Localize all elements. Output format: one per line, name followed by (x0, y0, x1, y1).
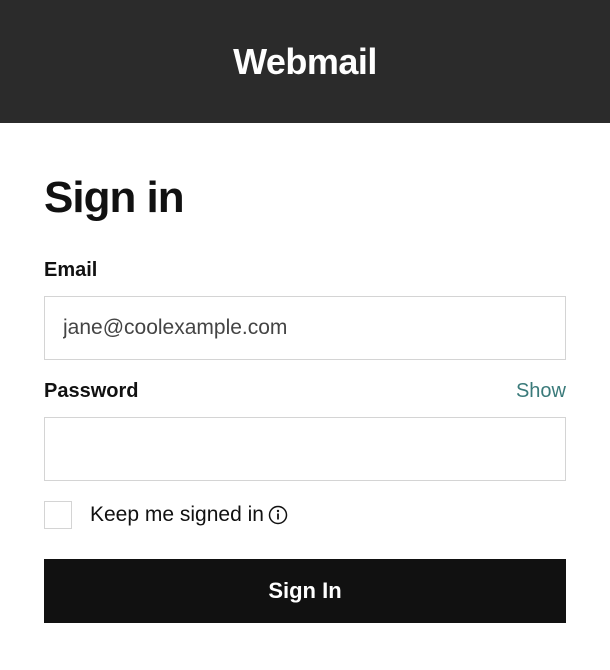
header-title: Webmail (233, 41, 377, 83)
password-label-row: Password Show (44, 380, 566, 403)
signin-button[interactable]: Sign In (44, 559, 566, 623)
password-input[interactable] (44, 417, 566, 481)
page-title: Sign in (44, 173, 566, 223)
info-icon[interactable] (268, 505, 288, 525)
main: Sign in Email Password Show Keep me sign… (0, 123, 610, 623)
keep-signed-label-wrapper: Keep me signed in (90, 503, 288, 527)
header: Webmail (0, 0, 610, 123)
keep-signed-row: Keep me signed in (44, 501, 566, 529)
email-input[interactable] (44, 296, 566, 360)
password-label: Password (44, 380, 138, 403)
show-password-link[interactable]: Show (516, 380, 566, 403)
email-label: Email (44, 259, 566, 282)
keep-signed-checkbox[interactable] (44, 501, 72, 529)
password-field-group: Password Show (44, 380, 566, 481)
keep-signed-label: Keep me signed in (90, 503, 264, 527)
email-field-group: Email (44, 259, 566, 360)
